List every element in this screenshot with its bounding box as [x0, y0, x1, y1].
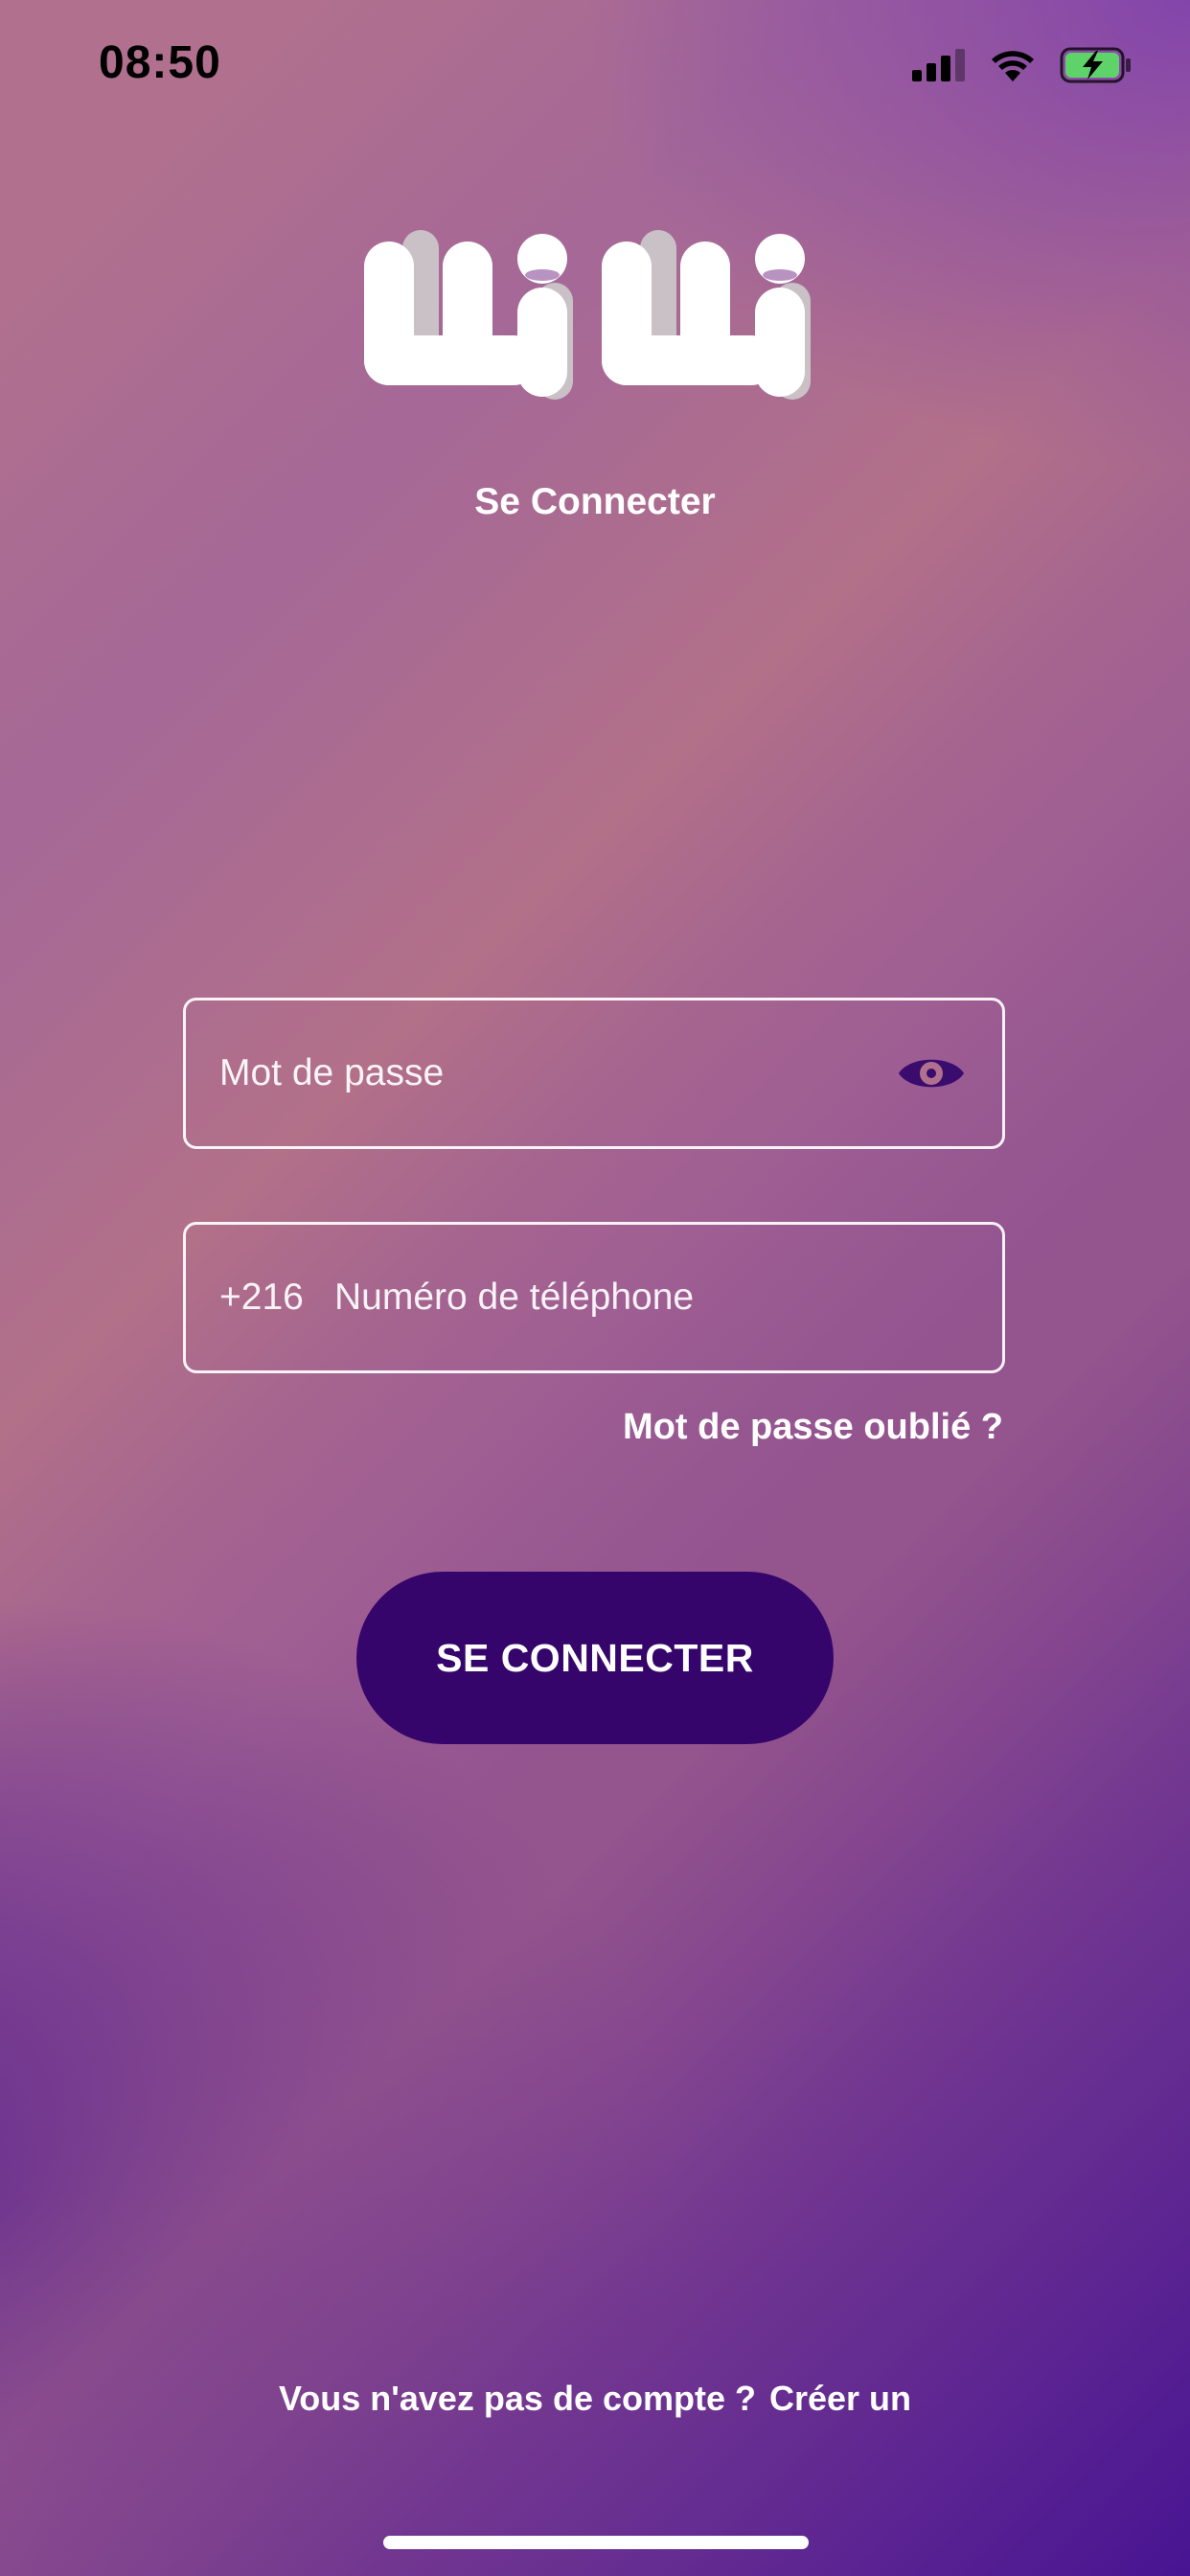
status-time: 08:50	[99, 37, 221, 88]
eye-icon[interactable]	[897, 1051, 966, 1095]
phone-field[interactable]: +216 Numéro de téléphone	[183, 1222, 1005, 1373]
wiwi-logo	[364, 230, 834, 402]
home-indicator[interactable]	[383, 2536, 809, 2549]
password-field[interactable]: Mot de passe	[183, 998, 1005, 1149]
password-placeholder: Mot de passe	[219, 1052, 445, 1093]
phone-placeholder: Numéro de téléphone	[334, 1276, 695, 1318]
signal-icon	[912, 48, 966, 86]
forgot-password-link[interactable]: Mot de passe oublié ?	[623, 1407, 1003, 1448]
wifi-icon	[991, 49, 1035, 86]
signup-prompt: Vous n'avez pas de compte ? Créer un	[0, 2379, 1190, 2419]
login-button[interactable]: SE CONNECTER	[356, 1572, 834, 1744]
country-code-prefix: +216	[219, 1276, 304, 1318]
status-bar: 08:50	[0, 0, 1190, 134]
status-icons	[912, 46, 1133, 88]
create-account-link[interactable]: Créer un	[769, 2379, 911, 2418]
signup-prompt-text: Vous n'avez pas de compte ?	[278, 2379, 756, 2418]
battery-charging-icon	[1060, 47, 1133, 88]
login-button-label: SE CONNECTER	[436, 1635, 754, 1680]
page-title: Se Connecter	[474, 481, 716, 522]
